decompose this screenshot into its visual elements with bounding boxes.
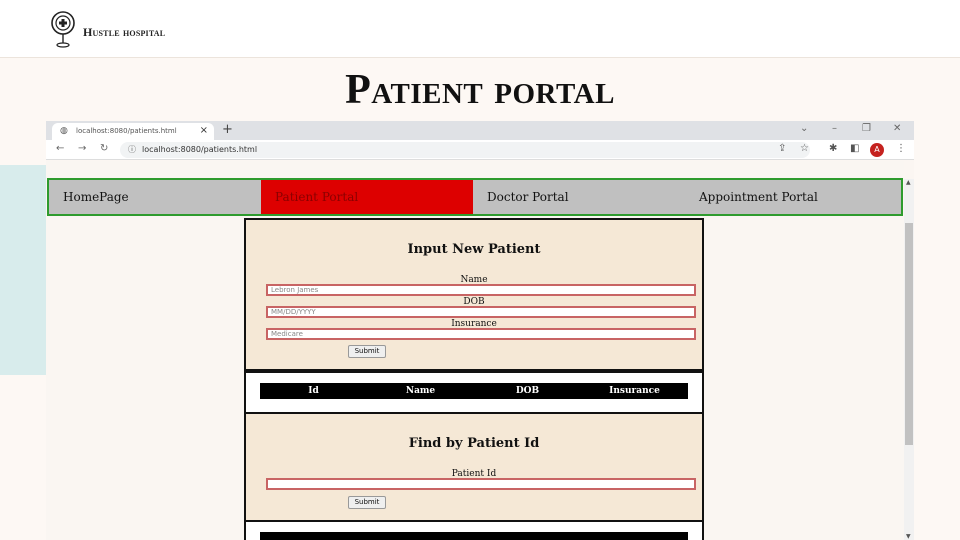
brand-name: Hustle hospital [83,25,166,39]
address-bar: ← → ↻ ⓘ localhost:8080/patients.html ⇪ ☆… [46,140,914,160]
page-scrollbar[interactable]: ▲ ▼ [904,179,914,540]
slide-header: Hustle hospital [0,0,960,58]
nav-patient-portal[interactable]: Patient Portal [261,180,473,214]
scroll-thumb[interactable] [905,223,913,445]
find-submit-button[interactable]: Submit [348,496,386,509]
side-panel-icon[interactable]: ◧ [850,143,859,154]
column-header-name: Name [405,386,436,396]
column-header-dob: DOB [515,386,540,396]
patient-table: Id Name DOB Insurance [244,371,704,414]
page-viewport: HomePage Patient Portal Doctor Portal Ap… [46,161,904,540]
decorative-block [0,165,46,375]
browser-tab[interactable]: ◍ localhost:8080/patients.html × [52,123,214,140]
nav-doctor-portal[interactable]: Doctor Portal [473,180,685,214]
result-table-header [260,532,688,540]
restore-icon[interactable]: ❐ [862,123,871,134]
browser-window: ◍ localhost:8080/patients.html × + ⌄ – ❐… [46,121,914,540]
column-header-id: Id [308,386,319,396]
tab-title: localhost:8080/patients.html [76,127,177,135]
portal-navbar: HomePage Patient Portal Doctor Portal Ap… [47,178,903,216]
name-input[interactable]: Lebron James [266,284,696,296]
profile-avatar[interactable]: A [870,143,884,157]
patient-id-input[interactable] [266,478,696,490]
bookmark-star-icon[interactable]: ☆ [800,143,809,154]
url-text: localhost:8080/patients.html [142,145,258,154]
slide-title: Patient portal [345,67,615,113]
dob-input[interactable]: MM/DD/YYYY [266,306,696,318]
find-form-title: Find by Patient Id [408,436,540,451]
insurance-input[interactable]: Medicare [266,328,696,340]
column-header-insurance: Insurance [609,386,660,396]
info-icon[interactable]: ⓘ [128,144,136,155]
search-result-table [244,520,704,540]
form-title: Input New Patient [407,242,541,257]
share-icon[interactable]: ⇪ [778,143,786,154]
close-window-icon[interactable]: ✕ [893,123,901,134]
scroll-up-icon[interactable]: ▲ [906,179,911,186]
nav-appointment-portal[interactable]: Appointment Portal [685,180,901,214]
minimize-icon[interactable]: – [832,123,837,134]
back-icon[interactable]: ← [56,143,64,154]
forward-icon[interactable]: → [78,143,86,154]
tab-search-chevron-icon[interactable]: ⌄ [800,123,808,134]
close-tab-icon[interactable]: × [200,125,208,136]
table-header: Id Name DOB Insurance [260,383,688,399]
extensions-icon[interactable]: ✱ [829,143,837,154]
hospital-logo-icon [51,11,75,48]
nav-homepage[interactable]: HomePage [49,180,261,214]
new-tab-icon[interactable]: + [222,122,233,137]
reload-icon[interactable]: ↻ [100,143,108,154]
scroll-down-icon[interactable]: ▼ [906,533,911,540]
tab-bar: ◍ localhost:8080/patients.html × + ⌄ – ❐… [46,121,914,140]
menu-kebab-icon[interactable]: ⋮ [896,143,906,154]
globe-icon: ◍ [60,126,68,136]
find-patient-form: Find by Patient Id Patient Id Submit [244,412,704,522]
url-field[interactable]: ⓘ localhost:8080/patients.html [120,142,810,158]
submit-patient-button[interactable]: Submit [348,345,386,358]
new-patient-form: Input New Patient Name Lebron James DOB … [244,218,704,371]
